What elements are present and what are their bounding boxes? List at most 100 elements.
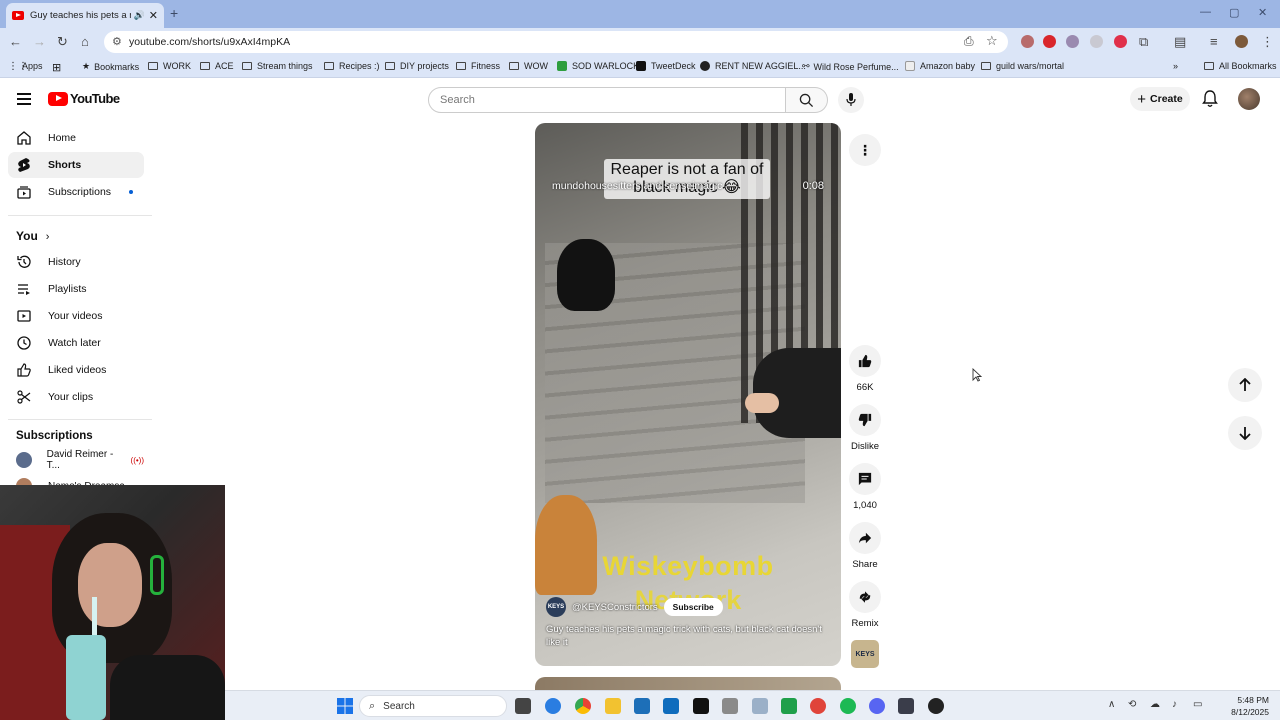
speaker-icon[interactable]: 🔊 — [134, 10, 145, 21]
remix-label: Remix — [851, 618, 879, 629]
taskbar-clock[interactable]: 5:48 PM 8/12/2025 — [1209, 694, 1269, 718]
sidebar-you-header[interactable]: You › — [16, 229, 49, 243]
extension-icon[interactable] — [1043, 35, 1056, 48]
extension-icon[interactable] — [1021, 35, 1034, 48]
tray-overflow-icon[interactable]: ∧ — [1108, 699, 1115, 710]
app-icon[interactable] — [898, 698, 914, 714]
bookmark-folder-diy[interactable]: DIY projects — [385, 61, 449, 71]
bookmark-folder-fitness[interactable]: Fitness — [456, 61, 500, 71]
tray-cloud-icon[interactable]: ☁ — [1150, 699, 1160, 710]
extension-icon[interactable] — [1114, 35, 1127, 48]
like-button[interactable]: 66K — [845, 345, 885, 393]
app-icon[interactable] — [810, 698, 826, 714]
bookmark-bookmarks[interactable]: ★ Bookmarks — [82, 61, 139, 72]
new-tab-button[interactable]: + — [170, 5, 178, 21]
maximize-icon[interactable]: ▢ — [1229, 6, 1239, 19]
x-app-icon[interactable] — [693, 698, 709, 714]
create-button[interactable]: + Create — [1130, 87, 1190, 111]
sidebar-item-shorts[interactable]: Shorts — [8, 152, 144, 178]
comments-button[interactable]: 1,040 — [845, 463, 885, 511]
dislike-button[interactable]: Dislike — [845, 404, 885, 452]
bookmark-folder-work[interactable]: WORK — [148, 61, 191, 71]
bookmark-folder-ace[interactable]: ACE — [200, 61, 234, 71]
window-close-icon[interactable]: ✕ — [1258, 6, 1267, 19]
install-icon[interactable]: ⎙ — [964, 34, 974, 49]
app-icon[interactable] — [781, 698, 797, 714]
sidebar-sub-david-reimer[interactable]: David Reimer - T... ((•)) — [8, 447, 144, 473]
edge-icon[interactable] — [545, 698, 561, 714]
youtube-logo[interactable]: YouTube — [48, 91, 120, 106]
bookmark-folder-recipes[interactable]: Recipes :) — [324, 61, 380, 71]
account-avatar[interactable] — [1238, 88, 1260, 110]
discord-icon[interactable] — [869, 698, 885, 714]
sidebar-item-subscriptions[interactable]: Subscriptions — [8, 179, 144, 205]
voice-search-button[interactable] — [838, 87, 864, 113]
taskbar-search[interactable]: ⌕ Search — [359, 695, 507, 717]
grid-icon[interactable]: ⊞ — [52, 61, 61, 74]
browser-tab[interactable]: Guy teaches his pets a mag 🔊 ✕ — [6, 3, 164, 28]
forward-icon[interactable]: → — [33, 34, 46, 49]
audio-source-thumbnail[interactable]: KEYS — [851, 640, 879, 668]
extensions-puzzle-icon[interactable]: ⧉ — [1139, 34, 1148, 50]
bookmark-star-icon[interactable]: ☆ — [986, 33, 998, 49]
subscribe-button[interactable]: Subscribe — [663, 598, 723, 616]
bookmark-tweetdeck[interactable]: TweetDeck — [636, 61, 696, 71]
tray-network-icon[interactable]: ▭ — [1193, 699, 1202, 710]
bookmark-apps[interactable]: ⋮⋮ Apps — [8, 61, 43, 72]
all-bookmarks[interactable]: All Bookmarks — [1204, 61, 1277, 71]
bookmark-amazon[interactable]: Amazon baby — [905, 61, 975, 71]
chrome-icon[interactable] — [575, 698, 591, 714]
bookmark-folder-stream[interactable]: Stream things — [242, 61, 313, 71]
more-actions-button[interactable]: ⋮ — [849, 134, 881, 166]
sidebar-item-home[interactable]: Home — [8, 125, 144, 151]
tab-close-icon[interactable]: ✕ — [149, 9, 158, 22]
bookmark-folder-wow[interactable]: WOW — [509, 61, 548, 71]
app-icon[interactable] — [634, 698, 650, 714]
profile-avatar[interactable] — [1235, 35, 1248, 48]
remix-button[interactable]: Remix — [845, 581, 885, 629]
app-icon[interactable] — [722, 698, 738, 714]
search-button[interactable] — [786, 87, 828, 113]
windows-start-icon[interactable] — [337, 698, 353, 714]
spotify-icon[interactable] — [840, 698, 856, 714]
sidebar-item-your-clips[interactable]: Your clips — [8, 384, 144, 410]
shorts-video-player[interactable]: Reaper is not a fan of black magic 😂 mun… — [535, 123, 841, 666]
extension-icon[interactable] — [1090, 35, 1103, 48]
share-button[interactable]: Share — [845, 522, 885, 570]
file-explorer-icon[interactable] — [605, 698, 621, 714]
bookmark-sod-warlock[interactable]: SOD WARLOCK — [557, 61, 639, 71]
minimize-icon[interactable]: — — [1200, 6, 1211, 18]
obs-icon[interactable] — [928, 698, 944, 714]
search-input[interactable]: Search — [428, 87, 786, 113]
reload-icon[interactable]: ↻ — [57, 34, 68, 50]
channel-avatar[interactable]: KEYS — [546, 597, 566, 617]
media-controls-icon[interactable]: ≡ — [1210, 34, 1218, 49]
task-view-icon[interactable] — [515, 698, 531, 714]
next-short-button[interactable] — [1228, 416, 1262, 450]
side-panel-icon[interactable]: ▤ — [1174, 34, 1186, 50]
more-menu-icon[interactable]: ⋮ — [1261, 34, 1274, 50]
tray-mic-icon[interactable]: ♪ — [1172, 699, 1177, 710]
notifications-bell-icon[interactable] — [1202, 90, 1218, 108]
sidebar-item-playlists[interactable]: Playlists — [8, 276, 144, 302]
app-icon[interactable] — [752, 698, 768, 714]
sidebar-item-history[interactable]: History — [8, 249, 144, 275]
back-icon[interactable]: ← — [9, 34, 22, 49]
sidebar-item-liked-videos[interactable]: Liked videos — [8, 357, 144, 383]
video-description[interactable]: Guy teaches his pets a magic trick with … — [546, 623, 830, 649]
sidebar-item-watch-later[interactable]: Watch later — [8, 330, 144, 356]
channel-handle[interactable]: @KEYSConstrictors — [572, 602, 658, 613]
home-icon[interactable]: ⌂ — [81, 34, 89, 49]
sidebar-item-your-videos[interactable]: Your videos — [8, 303, 144, 329]
address-bar[interactable]: ⚙ youtube.com/shorts/u9xAxI4mpKA ⎙ ☆ — [104, 31, 1008, 53]
bookmarks-overflow-icon[interactable]: » — [1173, 61, 1178, 71]
bookmark-wild-rose[interactable]: ⚯ Wild Rose Perfume... — [802, 61, 899, 72]
extension-icon[interactable] — [1066, 35, 1079, 48]
menu-icon[interactable] — [17, 93, 31, 108]
previous-short-button[interactable] — [1228, 368, 1262, 402]
site-info-icon[interactable]: ⚙ — [112, 35, 122, 48]
bookmark-rent[interactable]: RENT NEW AGGIEL... — [700, 61, 806, 71]
tray-app-icon[interactable]: ⟲ — [1128, 699, 1136, 710]
bookmark-folder-guild[interactable]: guild wars/mortal — [981, 61, 1064, 71]
outlook-icon[interactable] — [663, 698, 679, 714]
